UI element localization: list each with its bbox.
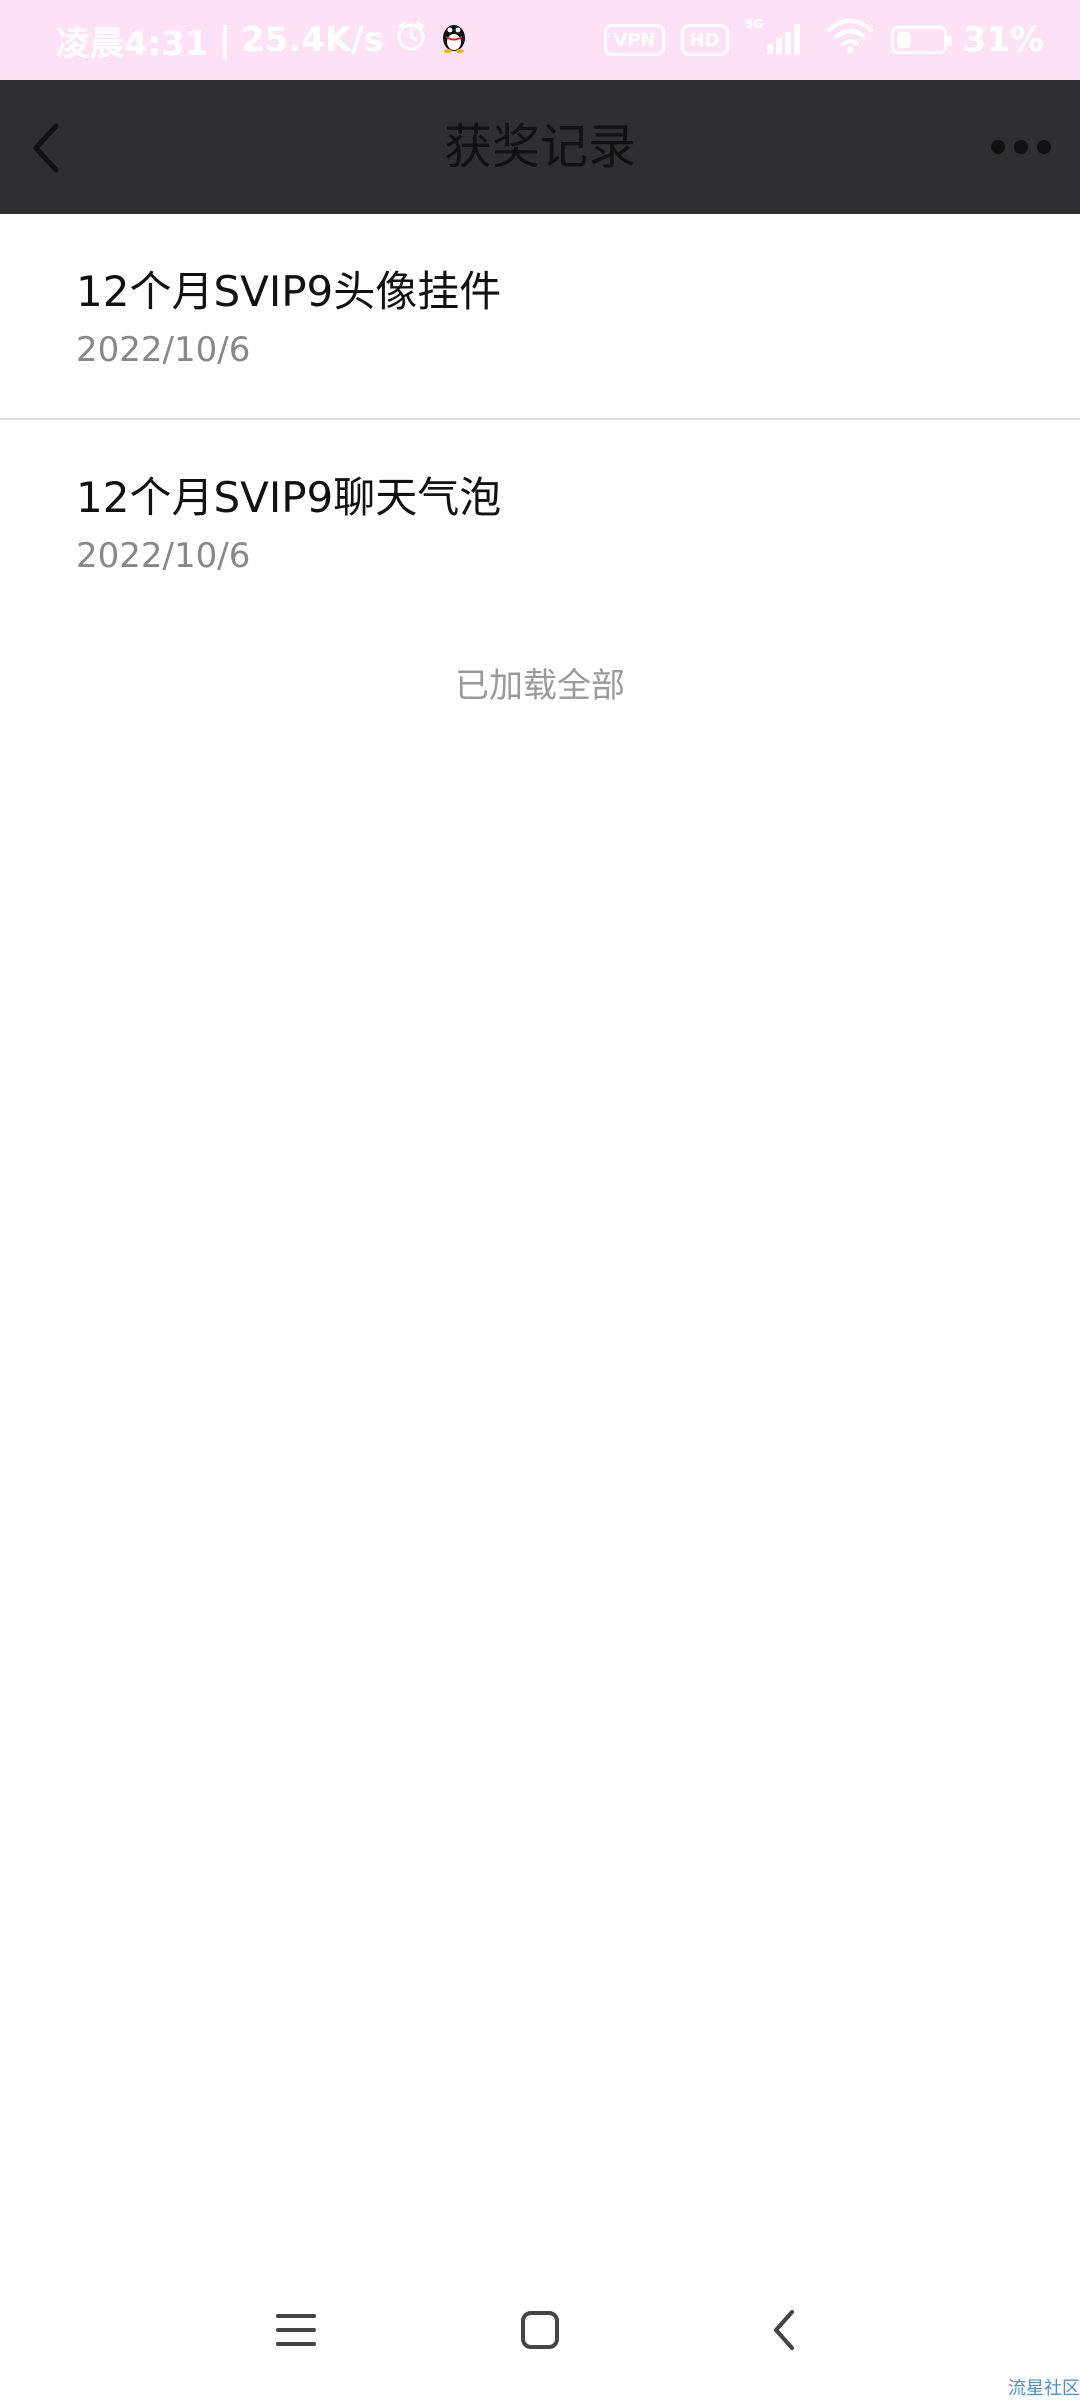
status-bar: 凌晨4:31 | 25.4K/s VPN HD 5G 31% — [0, 0, 1080, 80]
wifi-icon — [825, 16, 875, 65]
hd-badge: HD — [680, 24, 729, 56]
record-title: 12个月SVIP9聊天气泡 — [76, 473, 502, 522]
vpn-badge: VPN — [604, 24, 665, 56]
status-left: 凌晨4:31 | 25.4K/s — [56, 0, 470, 80]
list-item[interactable]: 12个月SVIP9头像挂件 2022/10/6 — [0, 214, 1080, 420]
all-loaded-note: 已加载全部 — [455, 666, 625, 706]
page-title: 获奖记录 — [443, 119, 636, 175]
system-nav-bar — [0, 2280, 1080, 2380]
status-right: VPN HD 5G 31% — [604, 0, 1044, 80]
signal-icon: 5G — [745, 16, 809, 65]
header-bar: 获奖记录 — [0, 80, 1080, 214]
award-record-list: 12个月SVIP9头像挂件 2022/10/6 12个月SVIP9聊天气泡 20… — [0, 214, 1080, 620]
watermark: 流星社区 — [1008, 2378, 1080, 2399]
more-dots-icon — [991, 140, 1051, 154]
record-date: 2022/10/6 — [76, 536, 251, 576]
home-square-icon — [521, 2311, 559, 2349]
status-network-speed: 25.4K/s — [241, 20, 384, 60]
menu-icon — [276, 2314, 316, 2346]
system-back-button[interactable] — [744, 2290, 824, 2370]
recent-apps-button[interactable] — [256, 2290, 336, 2370]
list-item[interactable]: 12个月SVIP9聊天气泡 2022/10/6 — [0, 420, 1080, 620]
qq-penguin-icon — [438, 18, 470, 63]
battery-percent: 31% — [962, 20, 1044, 60]
record-date: 2022/10/6 — [76, 330, 251, 370]
page: 凌晨4:31 | 25.4K/s VPN HD 5G 31% 获奖记录 12个月… — [0, 0, 1080, 2400]
battery-fill — [896, 32, 911, 48]
status-time: 凌晨4:31 — [56, 23, 209, 64]
battery-icon — [890, 26, 952, 54]
status-separator: | — [218, 20, 231, 60]
back-chevron-icon — [774, 2310, 794, 2350]
home-button[interactable] — [500, 2290, 580, 2370]
record-title: 12个月SVIP9头像挂件 — [76, 267, 502, 316]
signal-network-label: 5G — [745, 17, 763, 31]
more-button[interactable] — [988, 130, 1054, 164]
alarm-icon — [394, 19, 428, 62]
